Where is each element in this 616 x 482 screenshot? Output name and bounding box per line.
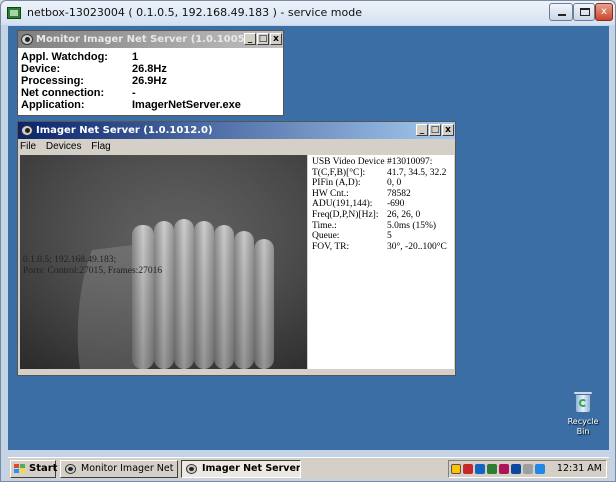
outer-minimize-button[interactable] — [549, 3, 573, 21]
imager-window-title: Imager Net Server (1.0.1012.0) — [36, 125, 213, 136]
info-value: 5 — [387, 231, 392, 242]
info-label: FOV, TR: — [312, 241, 350, 252]
info-label: ADU(191,144): — [312, 199, 373, 210]
outer-close-button[interactable]: x — [595, 3, 613, 21]
taskbar-button-imager[interactable]: Imager Net Server (1... — [181, 460, 301, 478]
camera-icon — [21, 125, 33, 136]
status-label: Device: — [21, 63, 61, 75]
taskbar-button-label: Imager Net Server (1... — [202, 463, 301, 474]
info-value: 26, 26, 0 — [387, 209, 421, 220]
imager-minimize-button[interactable]: _ — [416, 124, 428, 136]
recycle-bin[interactable]: Recycle Bin — [560, 388, 606, 437]
camera-icon — [65, 464, 76, 474]
info-value: 0, 0 — [387, 178, 402, 189]
thermal-image[interactable]: 0.1.0.5; 192.168.49.183; Ports: Control:… — [20, 155, 307, 369]
info-row: Queue: 5 — [312, 231, 454, 242]
info-label: PIFin (A,D): — [312, 178, 361, 189]
monitor-title-bar[interactable]: Monitor Imager Net Server (1.0.1005.0) _… — [18, 31, 283, 48]
info-label: Queue: — [312, 231, 340, 242]
info-row: FOV, TR: 30°, -20..100°C — [312, 242, 454, 253]
status-value: ImagerNetServer.exe — [132, 99, 241, 111]
info-row: Freq(D,P,N)[Hz]: 26, 26, 0 — [312, 210, 454, 221]
monitor-minimize-button[interactable]: _ — [244, 33, 256, 45]
start-label: Start — [29, 463, 58, 474]
menu-bar: File Devices Flag — [20, 140, 118, 153]
monitor-window-title: Monitor Imager Net Server (1.0.1005.0) — [36, 34, 260, 45]
info-row: T(C,F,B)[°C]: 41.7, 34.5, 32.2 — [312, 168, 454, 179]
info-value: 5.0ms (15%) — [387, 220, 437, 231]
taskbar-clock[interactable]: 12:31 AM — [557, 463, 602, 475]
monitor-window: Monitor Imager Net Server (1.0.1005.0) _… — [17, 30, 284, 116]
info-value: -690 — [387, 199, 405, 210]
status-label: Processing: — [21, 75, 84, 87]
recycle-bin-icon — [572, 388, 594, 414]
status-value: - — [132, 87, 136, 99]
info-label: Freq(D,P,N)[Hz]: — [312, 209, 379, 220]
imager-title-bar[interactable]: Imager Net Server (1.0.1012.0) _ □ x — [18, 122, 455, 139]
desktop: Monitor Imager Net Server (1.0.1005.0) _… — [8, 26, 609, 479]
info-row: PIFin (A,D): 0, 0 — [312, 178, 454, 189]
status-label: Net connection: — [21, 87, 105, 99]
status-label: Application: — [21, 99, 85, 111]
network-icon[interactable] — [451, 464, 461, 474]
menu-flag[interactable]: Flag — [91, 140, 110, 153]
wd-icon[interactable] — [499, 464, 509, 474]
device-info-header: USB Video Device #13010097: — [312, 157, 433, 167]
info-value: 41.7, 34.5, 32.2 — [387, 167, 447, 178]
info-label: T(C,F,B)[°C]: — [312, 167, 366, 178]
system-tray: 12:31 AM — [448, 460, 607, 478]
taskbar-button-monitor[interactable]: Monitor Imager Net Serv... — [60, 460, 178, 478]
monitor-close-button[interactable]: x — [270, 33, 282, 45]
imager-maximize-button[interactable]: □ — [429, 124, 441, 136]
menu-devices[interactable]: Devices — [46, 140, 82, 153]
overlay-line: 0.1.0.5; 192.168.49.183; — [23, 255, 117, 265]
chat-icon[interactable] — [523, 464, 533, 474]
info-row: HW Cnt.: 78582 — [312, 189, 454, 200]
app-icon — [7, 7, 21, 19]
imager-close-button[interactable]: x — [442, 124, 454, 136]
info-row: ADU(191,144): -690 — [312, 199, 454, 210]
update-icon[interactable] — [475, 464, 485, 474]
windows-logo-icon — [14, 464, 26, 474]
camera-icon — [21, 34, 33, 45]
info-value: 30°, -20..100°C — [387, 241, 447, 252]
blue-app-icon[interactable] — [535, 464, 545, 474]
outer-maximize-button[interactable] — [573, 3, 595, 21]
status-label: Appl. Watchdog: — [21, 51, 108, 63]
info-value: 78582 — [387, 188, 411, 199]
menu-file[interactable]: File — [20, 140, 36, 153]
device-info-panel: USB Video Device #13010097: T(C,F,B)[°C]… — [308, 155, 454, 369]
status-value: 1 — [132, 51, 139, 63]
recycle-bin-label: Recycle Bin — [567, 417, 599, 436]
start-button[interactable]: Start — [10, 460, 58, 478]
outer-window-title: netbox-13023004 ( 0.1.0.5, 192.168.49.18… — [27, 6, 362, 19]
image-overlay-text: 0.1.0.5; 192.168.49.183; Ports: Control:… — [23, 255, 162, 277]
outer-title-bar[interactable]: netbox-13023004 ( 0.1.0.5, 192.168.49.18… — [1, 1, 615, 25]
info-label: HW Cnt.: — [312, 188, 349, 199]
camera-icon — [186, 464, 197, 474]
speaker-icon[interactable] — [511, 464, 521, 474]
info-label: Time.: — [312, 220, 337, 231]
security-icon[interactable] — [463, 464, 473, 474]
taskbar: Start Monitor Imager Net Serv... Imager … — [8, 457, 609, 479]
imager-window: Imager Net Server (1.0.1012.0) _ □ x Fil… — [17, 121, 456, 376]
taskbar-button-label: Monitor Imager Net Serv... — [81, 463, 177, 474]
status-value: 26.9Hz — [132, 75, 167, 87]
outer-window: netbox-13023004 ( 0.1.0.5, 192.168.49.18… — [0, 0, 616, 482]
shield-icon[interactable] — [487, 464, 497, 474]
overlay-line: Ports: Control:27015, Frames:27016 — [23, 266, 163, 276]
status-value: 26.8Hz — [132, 63, 167, 75]
info-row: Time.: 5.0ms (15%) — [312, 221, 454, 232]
monitor-maximize-button[interactable]: □ — [257, 33, 269, 45]
